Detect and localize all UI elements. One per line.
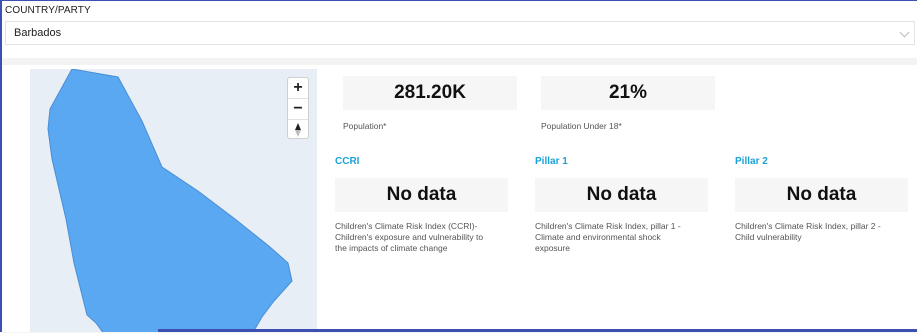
population-label: Population*: [343, 121, 387, 131]
country-select[interactable]: Barbados: [5, 21, 915, 45]
ccri-desc-line: Children's exposure and vulnerability to: [335, 232, 484, 242]
pillar2-title: Pillar 2: [735, 156, 768, 167]
ccri-desc-line: Children's Climate Risk Index (CCRI)-: [335, 221, 478, 231]
pillar1-value: No data: [535, 178, 708, 212]
pillar1-desc-line: Children's Climate Risk Index, pillar 1 …: [535, 221, 681, 231]
ccri-description: Children's Climate Risk Index (CCRI)- Ch…: [335, 221, 525, 254]
section-divider: [2, 58, 917, 65]
population-value: 281.20K: [343, 76, 517, 110]
under18-value: 21%: [541, 76, 715, 110]
pillar2-desc-line: Child vulnerability: [735, 232, 802, 242]
barbados-land: [47, 69, 293, 332]
country-select-value: Barbados: [14, 27, 62, 39]
pillar1-description: Children's Climate Risk Index, pillar 1 …: [535, 221, 725, 254]
country-filter-label: COUNTRY/PARTY: [5, 5, 91, 16]
ccri-title: CCRI: [335, 156, 360, 167]
zoom-out-button[interactable]: −: [288, 99, 308, 120]
compass-icon: [295, 123, 301, 137]
pillar1-desc-line: Climate and environmental shock: [535, 232, 661, 242]
pillar2-description: Children's Climate Risk Index, pillar 2 …: [735, 221, 915, 243]
ccri-desc-line: the impacts of climate change: [335, 243, 448, 253]
zoom-in-button[interactable]: +: [288, 78, 308, 99]
pillar2-value: No data: [735, 178, 908, 212]
dashboard-panel: COUNTRY/PARTY Barbados + − 281.20K Popul…: [0, 0, 917, 332]
ccri-value: No data: [335, 178, 508, 212]
pillar2-desc-line: Children's Climate Risk Index, pillar 2 …: [735, 221, 881, 231]
pillar1-desc-line: exposure: [535, 243, 570, 253]
bottom-border: [158, 329, 917, 332]
map-zoom-control: + −: [287, 77, 309, 139]
chevron-down-icon: [899, 27, 910, 38]
compass-reset-button[interactable]: [288, 120, 308, 140]
country-map[interactable]: [30, 69, 317, 332]
barbados-shape: [47, 69, 293, 332]
pillar1-title: Pillar 1: [535, 156, 568, 167]
under18-label: Population Under 18*: [541, 121, 622, 131]
